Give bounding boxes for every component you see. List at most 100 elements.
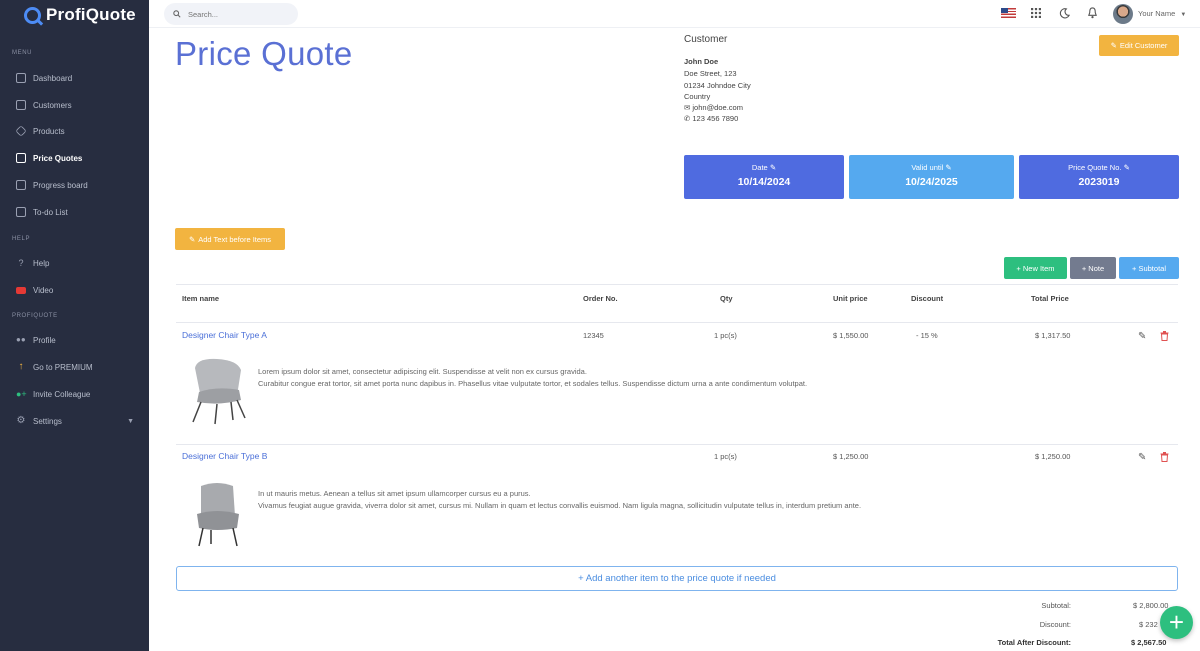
quote-number-label: Price Quote No. <box>1068 163 1122 172</box>
customer-phone-text: 123 456 7890 <box>692 114 739 123</box>
sidebar-item-label: Customers <box>33 100 72 110</box>
sidebar-item-label: Help <box>33 258 50 268</box>
discount-label: Discount: <box>1039 620 1071 629</box>
subtotal-value: $ 2,800.00 <box>1133 601 1169 610</box>
main-content: Price Quote Customer John Doe Doe Street… <box>149 28 1200 651</box>
customer-street: Doe Street, 123 <box>684 69 737 78</box>
new-item-button[interactable]: + New Item <box>1004 257 1067 279</box>
date-value: 10/14/2024 <box>737 176 791 188</box>
settings-icon: ⚙ <box>16 415 26 426</box>
help-icon: ? <box>18 258 24 268</box>
logo-icon <box>24 6 41 24</box>
pencil-icon: ✎ <box>1110 41 1117 50</box>
arrow-up-icon: ↑ <box>18 361 24 372</box>
chair-b-image <box>197 483 239 547</box>
customer-country: Country <box>684 92 711 101</box>
customers-icon <box>16 100 26 110</box>
pencil-icon: ✎ <box>188 234 196 244</box>
add-fab-button[interactable]: + <box>1160 606 1193 639</box>
sidebar-item-dashboard[interactable]: Dashboard <box>16 70 136 86</box>
profile-icon: ●● <box>16 335 26 344</box>
edit-customer-button[interactable]: ✎ Edit Customer <box>1099 35 1179 56</box>
sidebar-item-video[interactable]: Video <box>16 282 136 298</box>
price-quotes-icon <box>16 153 26 163</box>
profiquote-heading: PROFIQUOTE <box>12 313 58 319</box>
video-icon <box>16 286 26 294</box>
sidebar-item-customers[interactable]: Customers <box>16 97 136 113</box>
col-unit-price: Unit price <box>833 294 868 303</box>
qty: 1 pc(s) <box>714 331 737 340</box>
sidebar-item-price-quotes[interactable]: Price Quotes <box>16 150 136 166</box>
customer-heading: Customer <box>684 34 728 45</box>
sidebar-item-todo[interactable]: To-do List <box>16 204 136 220</box>
dashboard-icon <box>16 73 26 83</box>
delete-icon[interactable] <box>1160 452 1169 465</box>
search-icon <box>173 10 181 18</box>
plus-icon: + <box>1168 607 1185 637</box>
sidebar-item-help[interactable]: ? Help <box>16 255 136 271</box>
valid-until-label: Valid until <box>911 163 944 172</box>
us-flag-icon[interactable] <box>1001 8 1016 18</box>
valid-until-box[interactable]: Valid until ✎ 10/24/2025 <box>849 155 1014 199</box>
logo[interactable]: ProfiQuote <box>24 5 136 25</box>
topbar: Your Name ▼ <box>149 0 1200 28</box>
sidebar-item-settings[interactable]: ⚙ Settings ▼ <box>16 413 136 429</box>
sidebar-item-label: Go to PREMIUM <box>33 362 93 372</box>
discount-value: $ 232 <box>1139 620 1158 629</box>
note-button[interactable]: + Note <box>1070 257 1116 279</box>
sidebar-item-label: Dashboard <box>33 73 73 83</box>
description-line: Lorem ipsum dolor sit amet, consectetur … <box>258 367 587 376</box>
chevron-down-icon: ▼ <box>127 417 134 425</box>
subtotal-button[interactable]: + Subtotal <box>1119 257 1179 279</box>
col-item-name: Item name <box>182 294 220 303</box>
edit-icon[interactable]: ✎ <box>1138 331 1146 342</box>
chevron-down-icon: ▼ <box>1180 12 1187 18</box>
add-item-button[interactable]: + Add another item to the price quote if… <box>176 566 1178 591</box>
customer-email: ✉ john@doe.com <box>684 103 743 112</box>
brand-name: ProfiQuote <box>46 5 136 24</box>
valid-until-value: 10/24/2025 <box>905 176 958 188</box>
help-heading: HELP <box>12 236 31 242</box>
unit-price: $ 1,550.00 <box>833 331 869 340</box>
customer-city: 01234 Johndoe City <box>684 81 751 90</box>
sidebar-item-label: Video <box>33 285 54 295</box>
chair-a-image <box>192 358 246 425</box>
sidebar-item-premium[interactable]: ↑ Go to PREMIUM <box>16 359 136 375</box>
email-icon: ✉ <box>684 103 691 112</box>
sidebar-item-profile[interactable]: ●● Profile <box>16 332 136 348</box>
sidebar-item-invite[interactable]: ●+ Invite Colleague <box>16 386 136 402</box>
sidebar-item-products[interactable]: Products <box>15 123 136 139</box>
col-qty: Qty <box>720 294 733 303</box>
customer-name: John Doe <box>684 57 719 66</box>
apps-grid-icon[interactable] <box>1029 6 1043 20</box>
item-name-link[interactable]: Designer Chair Type A <box>182 330 267 340</box>
username: Your Name <box>1138 9 1176 18</box>
item-name-link[interactable]: Designer Chair Type B <box>182 451 267 461</box>
menu-heading: MENU <box>12 50 33 56</box>
delete-icon[interactable] <box>1160 331 1169 344</box>
pencil-icon: ✎ <box>945 163 952 172</box>
add-text-before-items-button[interactable]: ✎ Add Text before Items <box>175 228 285 250</box>
pencil-icon: ✎ <box>769 163 777 172</box>
add-text-label: Add Text before Items <box>198 234 272 244</box>
bell-icon[interactable] <box>1085 6 1099 20</box>
quote-number-box[interactable]: Price Quote No. ✎ 2023019 <box>1019 155 1179 199</box>
sidebar-item-progress-board[interactable]: Progress board <box>16 177 136 193</box>
total-after-discount-value: $ 2,567.50 <box>1131 638 1167 647</box>
total-price: $ 1,250.00 <box>1035 452 1071 461</box>
moon-icon[interactable] <box>1057 6 1071 20</box>
user-menu[interactable]: Your Name ▼ <box>1138 9 1186 18</box>
avatar[interactable] <box>1113 4 1133 24</box>
search-input[interactable] <box>188 9 288 19</box>
sidebar-item-label: Products <box>33 126 65 136</box>
search-bar[interactable] <box>164 3 298 25</box>
sidebar-item-label: Progress board <box>33 180 88 190</box>
edit-icon[interactable]: ✎ <box>1138 452 1146 463</box>
description-line: Curabitur congue erat tortor, sit amet p… <box>258 378 808 388</box>
pencil-icon: ✎ <box>1123 163 1130 172</box>
date-box[interactable]: Date ✎ 10/14/2024 <box>684 155 844 199</box>
sidebar-item-label: Settings <box>33 416 62 426</box>
divider <box>176 284 1178 285</box>
col-discount: Discount <box>911 294 944 303</box>
unit-price: $ 1,250.00 <box>833 452 869 461</box>
